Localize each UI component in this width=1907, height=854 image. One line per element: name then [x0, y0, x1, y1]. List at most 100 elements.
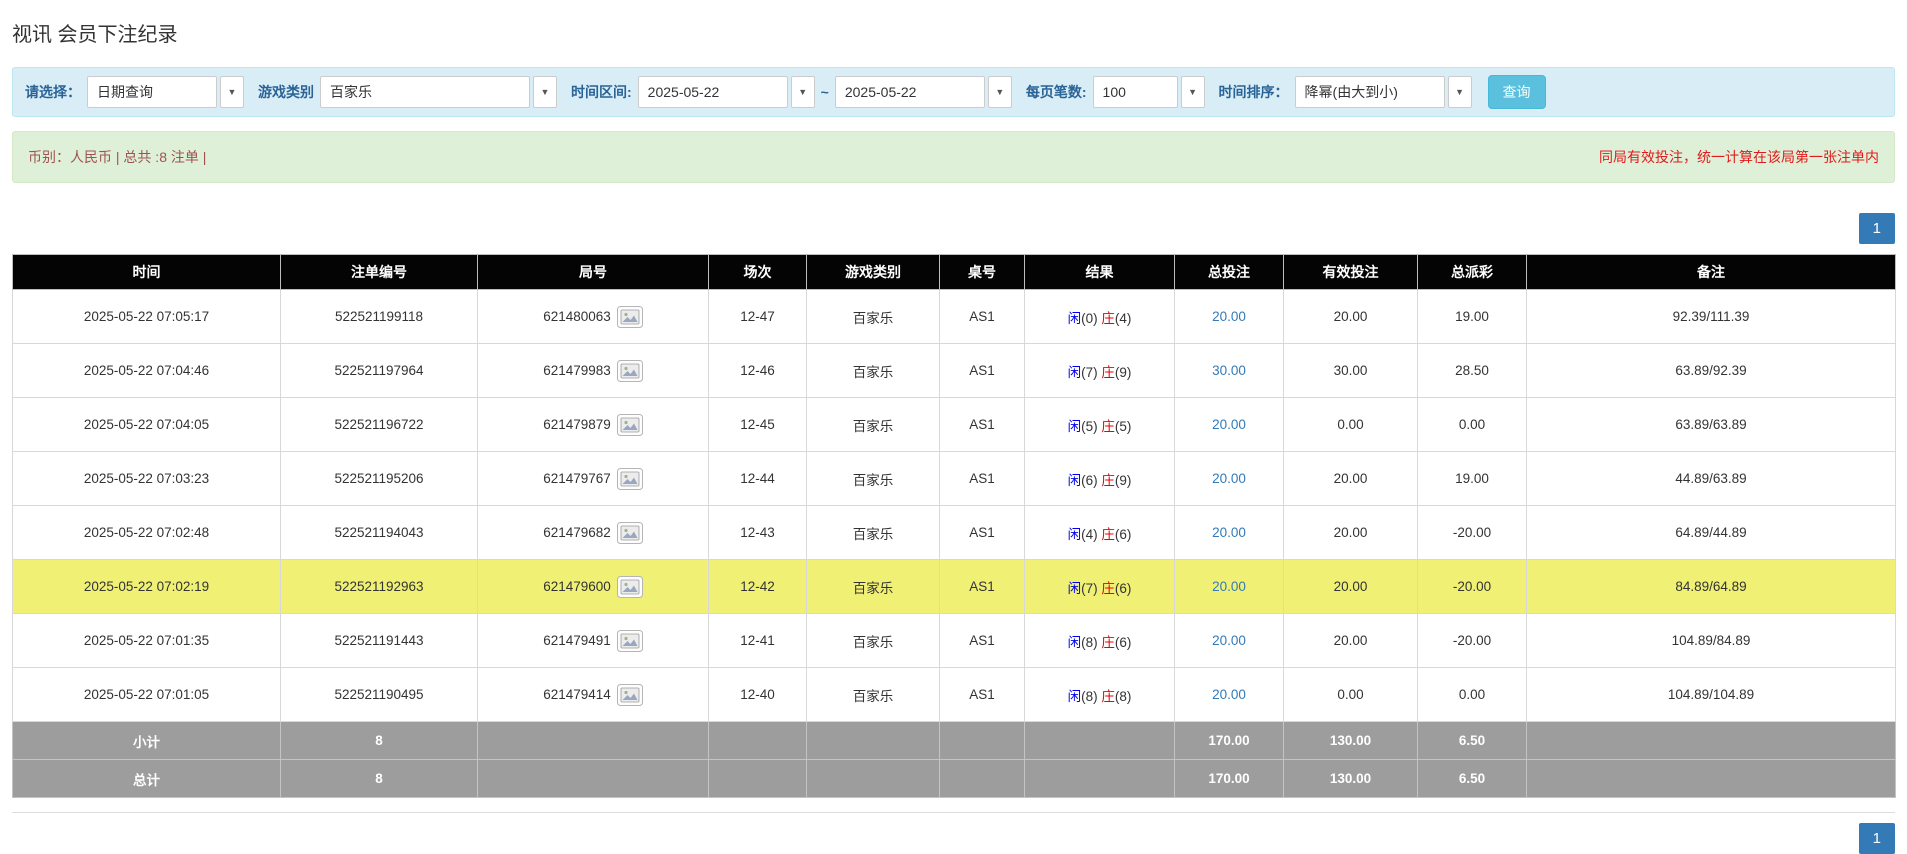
- empty-cell: [1024, 721, 1175, 760]
- table-number-cell: AS1: [939, 451, 1025, 506]
- roadmap-icon[interactable]: [616, 683, 643, 706]
- empty-cell: [477, 721, 709, 760]
- session-cell: 12-44: [708, 451, 807, 506]
- total-bet-link[interactable]: 20.00: [1212, 417, 1246, 432]
- empty-cell: [939, 759, 1025, 798]
- bet-id-cell: 522521194043: [280, 505, 478, 560]
- table-number-cell: AS1: [939, 505, 1025, 560]
- total-valid-bet: 130.00: [1283, 759, 1418, 798]
- bet-id-cell: 522521191443: [280, 613, 478, 668]
- bet-id-cell: 522521199118: [280, 289, 478, 344]
- total-row: 总计 8 170.00 130.00 6.50: [12, 759, 1896, 798]
- total-bet-link[interactable]: 20.00: [1212, 471, 1246, 486]
- roadmap-icon[interactable]: [616, 359, 643, 382]
- column-header: 注单编号: [280, 254, 478, 290]
- column-header: 备注: [1526, 254, 1896, 290]
- empty-cell: [477, 759, 709, 798]
- result-cell: 闲(4) 庄(6): [1024, 505, 1175, 560]
- chevron-down-icon[interactable]: ▼: [987, 76, 1012, 108]
- bet-time-cell: 2025-05-22 07:01:35: [12, 613, 281, 668]
- page-title: 视讯 会员下注纪录: [12, 24, 178, 46]
- chevron-down-icon[interactable]: ▼: [220, 76, 244, 108]
- page-number-button[interactable]: 1: [1858, 823, 1895, 854]
- total-bet-link[interactable]: 20.00: [1212, 309, 1246, 324]
- bet-time-cell: 2025-05-22 07:04:05: [12, 397, 281, 452]
- roadmap-icon[interactable]: [616, 629, 643, 652]
- round-number: 621479600: [543, 575, 643, 598]
- game-type-cell: 百家乐: [806, 397, 940, 452]
- date-to-select[interactable]: 2025-05-22 ▼: [834, 76, 1012, 108]
- roadmap-icon[interactable]: [616, 413, 643, 436]
- player-result: 闲(5): [1067, 418, 1098, 434]
- total-bet-link[interactable]: 20.00: [1212, 525, 1246, 540]
- banker-result: 庄(4): [1101, 310, 1132, 326]
- column-header: 场次: [708, 254, 807, 290]
- total-bet-cell: 20.00: [1174, 289, 1284, 344]
- date-to-value[interactable]: 2025-05-22: [834, 76, 985, 108]
- query-type-value[interactable]: 日期查询: [87, 76, 217, 108]
- note-cell: 104.89/104.89: [1526, 667, 1896, 722]
- query-type-select[interactable]: 日期查询 ▼: [87, 76, 244, 108]
- total-bet-cell: 20.00: [1174, 559, 1284, 614]
- payout-cell: 0.00: [1417, 397, 1527, 452]
- table-number-cell: AS1: [939, 343, 1025, 398]
- payout-cell: 19.00: [1417, 289, 1527, 344]
- roadmap-icon[interactable]: [616, 521, 643, 544]
- roadmap-icon[interactable]: [616, 575, 643, 598]
- total-bet-link[interactable]: 20.00: [1212, 633, 1246, 648]
- subtotal-row: 小计 8 170.00 130.00 6.50: [12, 721, 1896, 760]
- bet-id-cell: 522521195206: [280, 451, 478, 506]
- chevron-down-icon[interactable]: ▼: [790, 76, 815, 108]
- round-cell: 621479983: [477, 343, 709, 398]
- bet-records-table: 时间 注单编号 局号 场次 游戏类别 桌号 结果 总投注 有效投注 总派彩 备注 2025-05-2…: [12, 254, 1896, 798]
- sort-select[interactable]: 降幂(由大到小) ▼: [1294, 76, 1472, 108]
- range-separator: ~: [820, 84, 829, 100]
- banker-result: 庄(5): [1101, 418, 1132, 434]
- summary-notice: 同局有效投注，统一计算在该局第一张注单内: [1599, 149, 1879, 165]
- subtotal-count: 8: [280, 721, 478, 760]
- page-container: 视讯 会员下注纪录 请选择： 日期查询 ▼ 游戏类别 百家乐 ▼ 时间区间: 2…: [0, 0, 1907, 854]
- game-type-select[interactable]: 百家乐 ▼: [320, 76, 557, 108]
- pagination-bottom: 1: [12, 812, 1895, 854]
- total-bet-link[interactable]: 30.00: [1212, 363, 1246, 378]
- session-cell: 12-47: [708, 289, 807, 344]
- page-size-value[interactable]: 100: [1092, 76, 1178, 108]
- table-row: 2025-05-22 07:01:05 522521190495 621479414…: [12, 667, 1896, 722]
- result-cell: 闲(8) 庄(6): [1024, 613, 1175, 668]
- empty-cell: [1526, 759, 1896, 798]
- empty-cell: [708, 721, 807, 760]
- page-number-button[interactable]: 1: [1858, 213, 1895, 244]
- banker-result: 庄(6): [1101, 526, 1132, 542]
- empty-cell: [708, 759, 807, 798]
- page-size-select[interactable]: 100 ▼: [1092, 76, 1205, 108]
- player-result: 闲(8): [1067, 634, 1098, 650]
- chevron-down-icon[interactable]: ▼: [1180, 76, 1205, 108]
- bet-time-cell: 2025-05-22 07:02:19: [12, 559, 281, 614]
- valid-bet-cell: 0.00: [1283, 667, 1418, 722]
- banker-result: 庄(8): [1101, 688, 1132, 704]
- game-type-value[interactable]: 百家乐: [320, 76, 530, 108]
- result-cell: 闲(5) 庄(5): [1024, 397, 1175, 452]
- total-total-bet: 170.00: [1174, 759, 1284, 798]
- chevron-down-icon[interactable]: ▼: [533, 76, 557, 108]
- total-payout: 6.50: [1417, 759, 1527, 798]
- query-button[interactable]: 查询: [1487, 75, 1546, 109]
- roadmap-icon[interactable]: [616, 467, 643, 490]
- sort-value[interactable]: 降幂(由大到小): [1294, 76, 1445, 108]
- player-result: 闲(7): [1067, 580, 1098, 596]
- total-bet-link[interactable]: 20.00: [1212, 687, 1246, 702]
- total-bet-link[interactable]: 20.00: [1212, 579, 1246, 594]
- table-number-cell: AS1: [939, 613, 1025, 668]
- round-cell: 621479600: [477, 559, 709, 614]
- note-cell: 104.89/84.89: [1526, 613, 1896, 668]
- roadmap-icon[interactable]: [616, 305, 643, 328]
- empty-cell: [806, 759, 940, 798]
- date-from-value[interactable]: 2025-05-22: [637, 76, 788, 108]
- column-header: 总派彩: [1417, 254, 1527, 290]
- player-result: 闲(8): [1067, 688, 1098, 704]
- game-type-cell: 百家乐: [806, 613, 940, 668]
- chevron-down-icon[interactable]: ▼: [1447, 76, 1472, 108]
- result-cell: 闲(7) 庄(9): [1024, 343, 1175, 398]
- round-number: 621479682: [543, 521, 643, 544]
- date-from-select[interactable]: 2025-05-22 ▼: [637, 76, 815, 108]
